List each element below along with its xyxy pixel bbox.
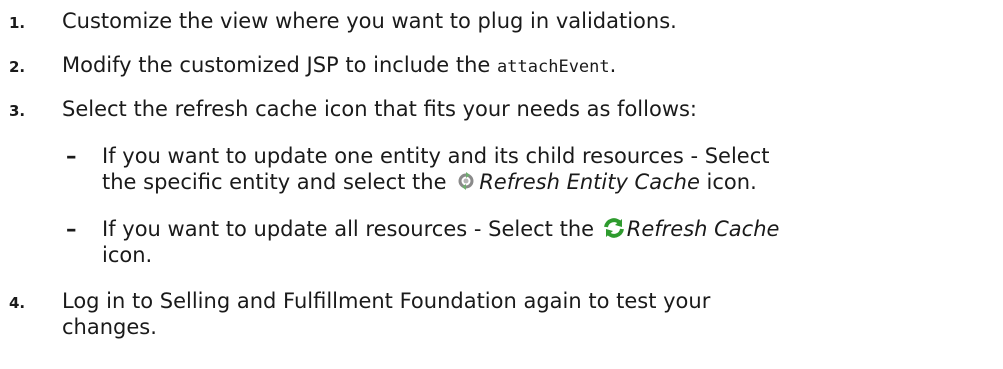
step-number: 1. — [9, 14, 26, 32]
document-body: 1. Customize the view where you want to … — [0, 0, 1003, 369]
subitem-line: icon. — [102, 243, 153, 267]
step-number: 3. — [9, 102, 26, 120]
subitem-text-part: If you want to update all resources - Se… — [102, 217, 601, 241]
subitem-line: If you want to update all resources - Se… — [102, 216, 982, 242]
refresh-cache-icon — [603, 217, 625, 239]
step-number: 4. — [9, 294, 26, 312]
bullet-dash: – — [66, 217, 77, 241]
step-text: Select the refresh cache icon that fits … — [62, 97, 698, 121]
step-text: Modify the customized JSP to include the… — [62, 52, 982, 80]
step-number: 2. — [9, 58, 26, 76]
bullet-dash: – — [66, 144, 77, 168]
subitem-text-part: the specific entity and select the — [102, 170, 454, 194]
step-text-part: . — [609, 53, 617, 77]
step-text: Log in to Selling and Fulfillment Founda… — [62, 289, 711, 313]
code-snippet: attachEvent — [497, 57, 610, 77]
step-text-part: Modify the customized JSP to include the — [62, 53, 498, 77]
step-text: Customize the view where you want to plu… — [62, 9, 677, 33]
refresh-entity-cache-icon — [455, 170, 477, 192]
subitem-line: If you want to update one entity and its… — [102, 144, 770, 168]
icon-label: Refresh Cache — [626, 217, 780, 241]
step-text: changes. — [62, 315, 157, 339]
subitem-line: the specific entity and select the Refre… — [102, 169, 982, 195]
subitem-text-part: icon. — [699, 170, 757, 194]
icon-label: Refresh Entity Cache — [479, 170, 700, 194]
